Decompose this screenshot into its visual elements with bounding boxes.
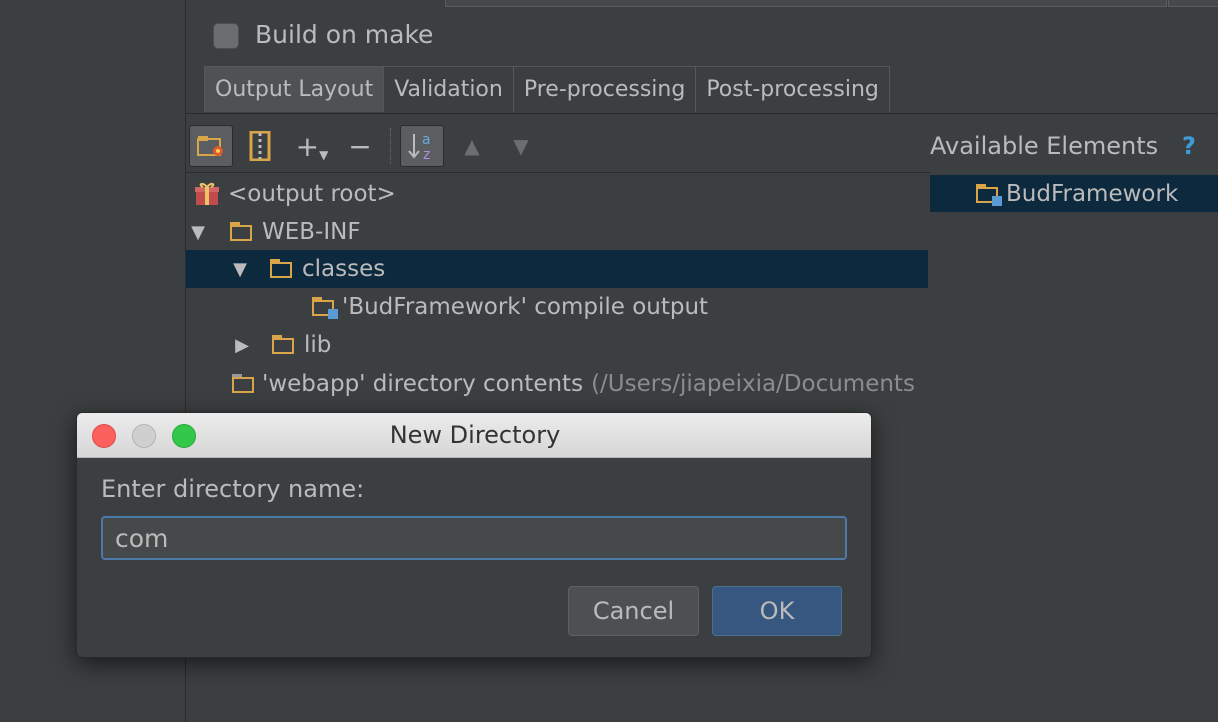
- tab-bar: Output Layout Validation Pre-processing …: [204, 66, 890, 114]
- tree-item-web-inf[interactable]: ▼ WEB-INF: [186, 213, 928, 251]
- add-icon: +: [295, 129, 320, 163]
- sort-button[interactable]: a z: [400, 125, 444, 167]
- top-field[interactable]: [445, 0, 1167, 7]
- available-item-label: BudFramework: [1006, 180, 1179, 207]
- tree-item-webapp-contents[interactable]: 'webapp' directory contents (/Users/jiap…: [186, 365, 928, 403]
- ok-button[interactable]: OK: [712, 586, 842, 636]
- tree-item-path: (/Users/jiapeixia/Documents: [591, 371, 915, 397]
- gift-icon: [195, 182, 219, 205]
- toolbar-separator: [390, 128, 392, 164]
- remove-icon: −: [348, 129, 372, 163]
- tab-post-processing[interactable]: Post-processing: [695, 66, 890, 112]
- expanded-arrow-icon[interactable]: ▼: [186, 222, 210, 243]
- directory-name-label: Enter directory name:: [101, 475, 365, 503]
- directory-name-input[interactable]: [101, 516, 847, 560]
- collapsed-arrow-icon[interactable]: ▶: [230, 335, 254, 356]
- top-field-button[interactable]: [1168, 0, 1218, 7]
- directory-contents-icon: [232, 374, 258, 394]
- tree-item-label: classes: [302, 256, 386, 282]
- module-output-icon: [976, 183, 1002, 206]
- move-up-button[interactable]: ▲: [450, 125, 494, 167]
- add-button[interactable]: + ▼: [290, 125, 334, 167]
- svg-text:a: a: [422, 132, 431, 148]
- tree-item-classes[interactable]: ▼ classes: [186, 250, 928, 288]
- sort-az-icon: a z: [408, 132, 431, 162]
- folder-new-icon: [197, 136, 223, 156]
- expanded-arrow-icon[interactable]: ▼: [228, 259, 252, 280]
- folder-icon: [230, 222, 256, 242]
- archive-button[interactable]: [238, 125, 282, 167]
- tree-item-label: <output root>: [228, 181, 396, 207]
- tree-item-output-root[interactable]: <output root>: [186, 175, 928, 213]
- cancel-button[interactable]: Cancel: [568, 586, 699, 636]
- available-item-budframework[interactable]: BudFramework: [930, 175, 1218, 212]
- tree-item-label: lib: [304, 332, 332, 358]
- svg-text:z: z: [423, 147, 430, 162]
- new-directory-button[interactable]: [189, 125, 233, 167]
- archive-icon: [249, 131, 271, 161]
- tree-item-lib[interactable]: ▶ lib: [186, 326, 928, 364]
- folder-icon: [270, 259, 296, 279]
- tree-item-label: 'webapp' directory contents: [262, 371, 584, 397]
- available-elements-title: Available Elements: [930, 132, 1159, 160]
- remove-button[interactable]: −: [338, 125, 382, 167]
- build-on-make-checkbox[interactable]: [213, 23, 239, 49]
- tab-pre-processing[interactable]: Pre-processing: [512, 66, 697, 112]
- minimize-window-button[interactable]: [132, 424, 156, 448]
- build-on-make-label[interactable]: Build on make: [255, 20, 433, 49]
- move-down-button[interactable]: ▼: [499, 125, 543, 167]
- move-up-icon: ▲: [464, 134, 480, 158]
- move-down-icon: ▼: [513, 134, 529, 158]
- close-window-button[interactable]: [92, 424, 116, 448]
- module-output-icon: [312, 297, 338, 319]
- tree-item-compile-output[interactable]: 'BudFramework' compile output: [186, 288, 928, 326]
- folder-icon: [272, 335, 298, 355]
- help-icon[interactable]: ?: [1182, 132, 1196, 160]
- new-directory-dialog: New Directory Enter directory name: Canc…: [76, 412, 872, 658]
- tabs-divider: [186, 113, 1218, 114]
- tree-item-label: WEB-INF: [262, 219, 361, 245]
- tab-validation[interactable]: Validation: [383, 66, 514, 112]
- zoom-window-button[interactable]: [172, 424, 196, 448]
- toolbar-divider: [186, 172, 931, 173]
- tree-item-label: 'BudFramework' compile output: [342, 294, 709, 320]
- dialog-title: New Directory: [389, 421, 561, 449]
- tab-output-layout[interactable]: Output Layout: [204, 66, 385, 112]
